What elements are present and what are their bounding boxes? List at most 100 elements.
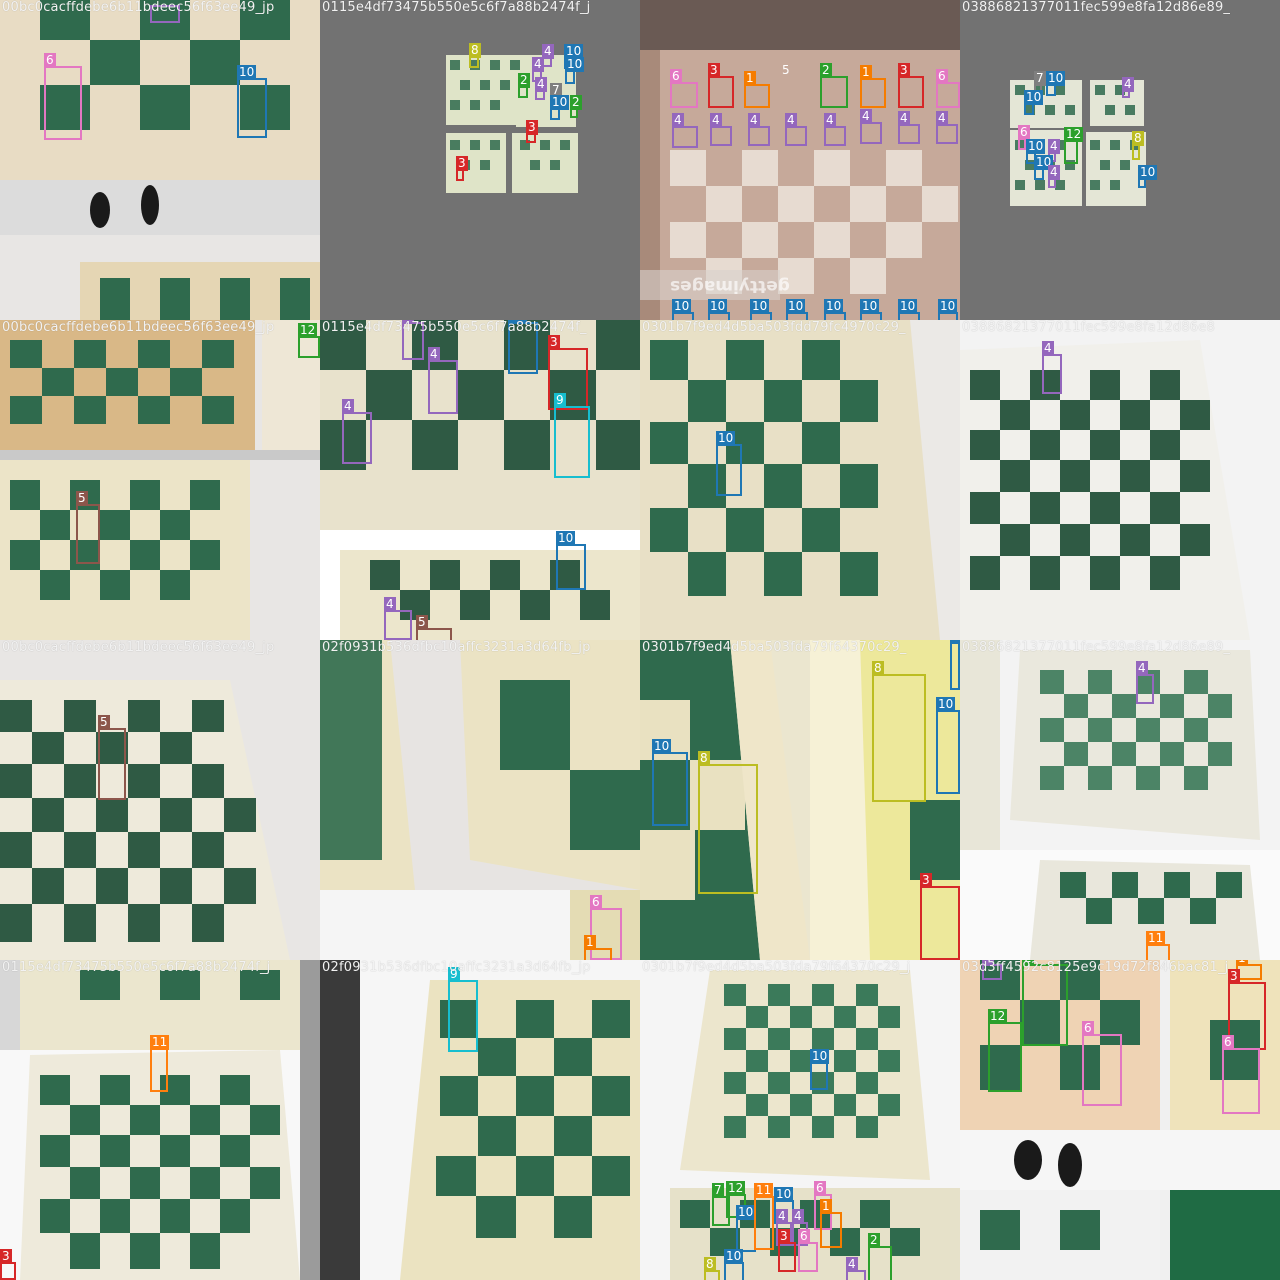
detection-box: 9 (448, 967, 478, 1052)
detection-box: 5 (76, 491, 100, 564)
detection-box: 2 (1022, 960, 1068, 1046)
detection-box: 1 (820, 1199, 842, 1248)
detection-box: 10 (237, 65, 267, 138)
detection-box: 10 (936, 697, 960, 794)
board-illustration (960, 640, 1280, 960)
mosaic-tile: 0301b7f9ed4d5ba503fdd79fc4970c29_ 10 (640, 320, 960, 640)
detection-box: 4 (898, 111, 920, 144)
detection-box: 3 (456, 156, 468, 181)
mosaic-tile: 0115e4df73475b550e5c6f7a88b2474f_ 4 10 3… (320, 320, 640, 640)
detection-box (150, 5, 180, 23)
detection-box: 4 (1136, 661, 1154, 704)
mosaic-tile: 00bc0cacffdebe6b11bdeec56f63ee49_jp 12 5 (0, 320, 320, 640)
detection-box: 12 (988, 1009, 1022, 1092)
detection-box: 8 (698, 751, 758, 894)
detection-box: 12 (1064, 127, 1084, 164)
detection-box: 8 (1132, 131, 1144, 160)
detection-box: 3 (708, 63, 734, 108)
detection-box: 4 (748, 113, 770, 146)
detection-box: 12 (298, 323, 320, 358)
detection-box: 10 (786, 299, 808, 320)
detection-box: 4 (1122, 77, 1134, 98)
mosaic-tile: 00bc0cacffdebe6b11bdeec56f63ee49_jp 5 (0, 640, 320, 960)
detection-box: 10 (550, 95, 570, 120)
detection-box: 6 (670, 69, 698, 108)
detection-box: 4 (672, 113, 698, 148)
mosaic-grid: 00bc0cacffdebe6b11bdeec56f63ee49_jp 6 10… (0, 0, 1280, 1280)
detection-box: 4 (428, 347, 458, 414)
board-illustration (1010, 80, 1146, 206)
board-illustration (960, 340, 1250, 640)
board-illustration (320, 960, 640, 1280)
detection-box: 10 (938, 299, 958, 320)
board-illustration (320, 320, 640, 640)
detection-box: 3 (526, 120, 538, 143)
detection-box: 6 (1082, 1021, 1122, 1106)
detection-box: 10 (716, 431, 742, 496)
mosaic-tile: 03d3ff4592c8125e9c19d72f846bac81_j 4 2 1… (960, 960, 1280, 1280)
detection-box: 10 (708, 299, 730, 320)
detection-box: 10 (1024, 90, 1044, 115)
detection-box: 10 (508, 320, 538, 374)
detection-box: 4 (535, 77, 547, 100)
detection-box: 10 (556, 531, 586, 590)
detection-box: 10 (750, 299, 772, 320)
detection-box: 3 (898, 63, 924, 108)
mosaic-tile: 02f0931b536dfbc10affc3231a3d64fb_jp 9 (320, 960, 640, 1280)
mosaic-tile: 03886821377011fec599e8fa12d86e89_ 4 11 (960, 640, 1280, 960)
detection-box: 6 (1018, 125, 1030, 150)
board-illustration (0, 0, 320, 320)
mosaic-tile: 0301b7f9ed4d5ba503fda79f64370c29_ 10 8 8… (640, 640, 960, 960)
detection-box: 10 (672, 299, 694, 320)
detection-box: 11 (1146, 931, 1170, 960)
board-illustration (640, 320, 940, 640)
detection-box: 11 (754, 1183, 774, 1250)
detection-box: 5 (98, 715, 126, 800)
detection-box: 1 (860, 65, 886, 108)
detection-box: 3 (778, 1229, 796, 1272)
detection-box: 4 (384, 597, 412, 640)
detection-box: 1 (744, 71, 770, 108)
detection-box: 3 (920, 873, 960, 960)
detection-box: 4 (860, 109, 882, 144)
detection-box: 2 (570, 95, 582, 118)
mosaic-tile: 00bc0cacffdebe6b11bdeec56f63ee49_jp 6 10 (0, 0, 320, 320)
mosaic-tile: gettyimages 6 3 1 5 2 1 3 6 4 4 4 4 4 4 … (640, 0, 960, 320)
board-illustration (0, 320, 320, 640)
mosaic-tile: 0301b7f9ed4d5ba503fda79f64370c29_j 10 7 … (640, 960, 960, 1280)
detection-box: 3 (1228, 969, 1266, 1050)
detection-box: 4 (982, 960, 1002, 980)
watermark-text: gettyimages (670, 276, 790, 296)
detection-box: 4 (402, 320, 424, 360)
detection-box: 10 (652, 739, 688, 826)
detection-box: 6 (798, 1229, 818, 1272)
board-illustration (0, 680, 290, 960)
detection-box: 1 (584, 935, 612, 960)
detection-box: 8 (872, 661, 926, 802)
mosaic-tile: 0115e4df73475b550e5c6f7a88b2474f_j 11 3 (0, 960, 320, 1280)
detection-box: 11 (150, 1035, 170, 1092)
detection-box: 10 (810, 1049, 830, 1090)
detection-box: 6 (44, 53, 82, 140)
detection-box: 4 (1048, 165, 1060, 188)
detection-box: 8 (469, 43, 481, 68)
board-illustration (640, 0, 960, 320)
detection-box: 4 (342, 399, 372, 464)
board-illustration (0, 960, 320, 1280)
mosaic-tile: 03886821377011fec599e8fa12d86e89_ 7 10 4… (960, 0, 1280, 320)
detection-box: 10 (824, 299, 846, 320)
detection-box: 2 (868, 1233, 892, 1280)
detection-box: 10 (898, 299, 920, 320)
detection-box: 10 (724, 1249, 744, 1280)
detection-box: 6 (1222, 1035, 1260, 1114)
detection-box: 6 (936, 69, 960, 108)
mosaic-tile: 03886821377011fec599e8fa12d86e8 4 (960, 320, 1280, 640)
detection-box: 10 (565, 57, 585, 84)
detection-box: 5 (782, 63, 790, 77)
detection-box: 10 (1034, 155, 1054, 180)
detection-box: 10 (736, 1205, 756, 1252)
detection-box: 5 (416, 615, 452, 640)
detection-box: 2 (518, 73, 530, 98)
detection-box: 8 (704, 1257, 720, 1280)
detection-box: 2 (820, 63, 848, 108)
